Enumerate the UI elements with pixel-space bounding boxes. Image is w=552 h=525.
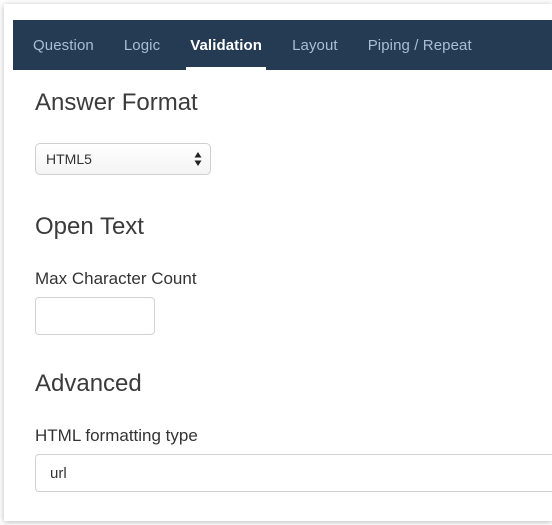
tab-validation[interactable]: Validation — [175, 20, 277, 70]
tab-question[interactable]: Question — [13, 20, 109, 70]
editor-tab-bar: Question Logic Validation Layout Piping … — [13, 20, 552, 70]
html-formatting-type-label: HTML formatting type — [35, 426, 198, 445]
answer-format-select[interactable]: HTML5 — [35, 143, 211, 175]
tab-logic[interactable]: Logic — [109, 20, 175, 70]
tab-piping-repeat[interactable]: Piping / Repeat — [353, 20, 487, 70]
max-character-count-input[interactable] — [35, 297, 155, 335]
max-character-count-label: Max Character Count — [35, 269, 197, 288]
question-editor-panel: Question Logic Validation Layout Piping … — [0, 0, 552, 525]
tab-layout[interactable]: Layout — [277, 20, 353, 70]
html-formatting-type-value: url — [50, 464, 67, 482]
answer-format-selected-value: HTML5 — [46, 151, 92, 167]
advanced-heading: Advanced — [35, 370, 142, 397]
html-formatting-type-input[interactable]: url — [35, 454, 552, 492]
updown-arrows-icon — [194, 152, 202, 166]
open-text-heading: Open Text — [35, 213, 144, 240]
answer-format-heading: Answer Format — [35, 89, 198, 116]
